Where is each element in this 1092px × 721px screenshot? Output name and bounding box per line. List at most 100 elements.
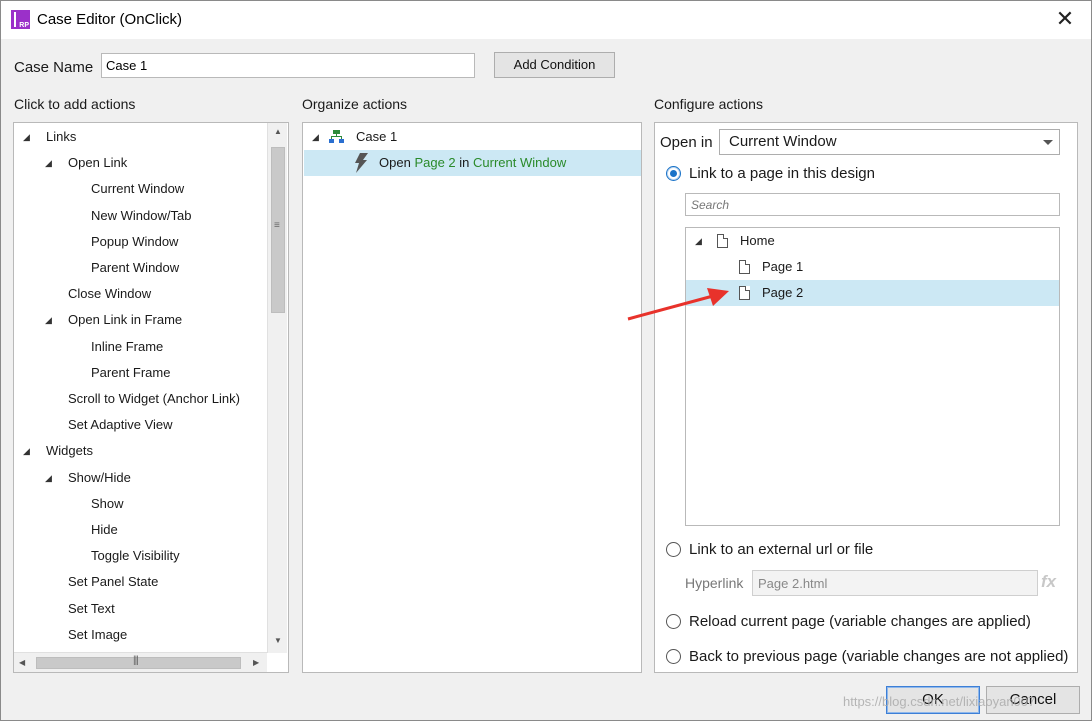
- scroll-thumb-horizontal[interactable]: |||: [36, 655, 241, 669]
- tree-item-label: Widgets: [46, 443, 93, 459]
- tree-item-current-window[interactable]: Current Window: [14, 176, 266, 202]
- tree-item-label: Parent Window: [91, 260, 180, 275]
- tree-item-set-image[interactable]: Set Image: [14, 622, 266, 648]
- tree-item-label: Current Window: [91, 181, 185, 197]
- configure-actions-heading: Configure actions: [654, 96, 763, 112]
- page-tree-row-page1[interactable]: Page 1: [686, 254, 1059, 280]
- radio-reload[interactable]: [666, 614, 681, 629]
- tree-item-label: Show: [91, 495, 124, 511]
- tree-item-parent-window[interactable]: Parent Window: [14, 255, 266, 281]
- tree-item-show-hide[interactable]: ◢ Show/Hide: [14, 465, 266, 491]
- action-row-selected[interactable]: Open Page 2 in Current Window: [304, 150, 641, 176]
- radio-reload-label[interactable]: Reload current page (variable changes ar…: [689, 613, 1031, 630]
- title-bar: RP Case Editor (OnClick) ✕: [1, 1, 1091, 39]
- action-joiner: in: [459, 155, 470, 170]
- annotation-arrow-icon: [627, 288, 729, 321]
- window-title: Case Editor (OnClick): [37, 11, 183, 28]
- tree-item-new-window-tab[interactable]: New Window/Tab: [14, 203, 266, 229]
- organize-actions-panel: ◢ Case 1 Open Page 2 in Current Window: [302, 122, 642, 673]
- open-in-label: Open in: [660, 134, 713, 151]
- grip-icon: |||: [133, 655, 139, 666]
- tree-item-label: Popup Window: [91, 233, 179, 249]
- case-name-label: Case Name: [14, 59, 94, 76]
- case-row[interactable]: ◢ Case 1: [303, 124, 641, 150]
- scroll-up-icon[interactable]: ▲: [274, 127, 282, 136]
- case-flow-icon: [329, 130, 344, 143]
- expand-arrow-icon[interactable]: ◢: [695, 228, 705, 254]
- tree-item-label: Open Link in Frame: [68, 312, 183, 328]
- tree-item-popup-window[interactable]: Popup Window: [14, 229, 266, 255]
- tree-item-toggle-visibility[interactable]: Toggle Visibility: [14, 543, 266, 569]
- page-label: Page 2: [762, 285, 804, 300]
- tree-item-show[interactable]: Show: [14, 491, 266, 517]
- page-search-input[interactable]: [685, 193, 1060, 216]
- page-icon: [739, 286, 750, 300]
- page-tree-row-home[interactable]: ◢ Home: [686, 228, 1059, 254]
- radio-link-page-label[interactable]: Link to a page in this design: [689, 165, 875, 182]
- fx-icon[interactable]: fx: [1041, 572, 1056, 592]
- tree-item-label: Parent Frame: [91, 364, 171, 380]
- tree-item-label: Open Link: [68, 155, 128, 171]
- tree-item-parent-frame[interactable]: Parent Frame: [14, 360, 266, 386]
- tree-item-widgets[interactable]: ◢ Widgets: [14, 438, 266, 464]
- tree-item-open-link[interactable]: ◢ Open Link: [14, 150, 266, 176]
- scroll-down-icon[interactable]: ▼: [274, 636, 282, 645]
- action-where-link[interactable]: Current Window: [473, 155, 566, 170]
- open-in-value: Current Window: [729, 133, 837, 150]
- case-name-input[interactable]: [101, 53, 475, 78]
- hyperlink-input[interactable]: Page 2.html: [752, 570, 1038, 596]
- tree-item-label: Inline Frame: [91, 338, 164, 354]
- tree-item-label: Hide: [91, 522, 118, 537]
- close-icon[interactable]: ✕: [1051, 5, 1079, 33]
- open-in-select[interactable]: Current Window: [719, 129, 1060, 155]
- tree-item-scroll-to-widget-anchor-link[interactable]: Scroll to Widget (Anchor Link): [14, 386, 266, 412]
- expand-arrow-icon[interactable]: ◢: [45, 465, 55, 491]
- tree-item-set-panel-state[interactable]: Set Panel State: [14, 569, 266, 595]
- expand-arrow-icon[interactable]: ◢: [23, 438, 33, 464]
- tree-item-set-adaptive-view[interactable]: Set Adaptive View: [14, 412, 266, 438]
- tree-item-label: Set Image: [68, 626, 128, 642]
- chevron-down-icon: [1043, 140, 1053, 145]
- expand-arrow-icon[interactable]: ◢: [312, 124, 322, 150]
- axure-app-icon: RP: [11, 10, 30, 29]
- tree-item-label: Set Panel State: [68, 574, 159, 590]
- add-condition-button[interactable]: Add Condition: [494, 52, 615, 78]
- tree-item-links[interactable]: ◢ Links: [14, 124, 266, 150]
- scroll-thumb[interactable]: ≡: [271, 147, 285, 313]
- tree-item-label: Set Adaptive View: [68, 417, 173, 433]
- radio-external-url-label[interactable]: Link to an external url or file: [689, 541, 873, 558]
- page-icon: [739, 260, 750, 274]
- page-label: Page 1: [762, 259, 804, 274]
- tree-item-hide[interactable]: Hide: [14, 517, 266, 543]
- tree-item-label: Scroll to Widget (Anchor Link): [68, 391, 240, 406]
- radio-back-label[interactable]: Back to previous page (variable changes …: [689, 648, 1068, 665]
- action-target-link[interactable]: Page 2: [414, 155, 455, 170]
- expand-arrow-icon[interactable]: ◢: [45, 150, 55, 176]
- expand-arrow-icon[interactable]: ◢: [45, 307, 55, 333]
- horizontal-scrollbar[interactable]: ◀ ||| ▶: [14, 652, 267, 672]
- page-label: Home: [740, 233, 775, 248]
- tree-item-close-window[interactable]: Close Window: [14, 281, 266, 307]
- watermark: https://blog.csdn.net/lixiaoyan007: [843, 694, 1036, 709]
- organize-actions-heading: Organize actions: [302, 96, 408, 112]
- actions-tree-panel: ◢ Links ◢ Open Link Current Window New Window…: [13, 122, 289, 673]
- radio-back[interactable]: [666, 649, 681, 664]
- tree-item-label: Close Window: [68, 286, 152, 302]
- page-tree-row-page2[interactable]: Page 2: [686, 280, 1059, 306]
- tree-item-label: Show/Hide: [68, 469, 131, 485]
- tree-item-open-link-in-frame[interactable]: ◢ Open Link in Frame: [14, 307, 266, 333]
- tree-item-inline-frame[interactable]: Inline Frame: [14, 334, 266, 360]
- scroll-right-icon[interactable]: ▶: [253, 658, 259, 667]
- grip-icon: ≡: [274, 220, 280, 231]
- expand-arrow-icon[interactable]: ◢: [23, 124, 33, 150]
- hyperlink-label: Hyperlink: [685, 575, 744, 591]
- tree-item-label: Set Text: [68, 600, 115, 616]
- page-icon: [717, 234, 728, 248]
- tree-item-set-text[interactable]: Set Text: [14, 596, 266, 622]
- vertical-scrollbar[interactable]: ▲ ≡ ▼: [267, 123, 287, 653]
- radio-external-url[interactable]: [666, 542, 681, 557]
- action-text: Open Page 2 in Current Window: [379, 150, 566, 176]
- scroll-left-icon[interactable]: ◀: [19, 658, 25, 667]
- tree-item-label: Toggle Visibility: [91, 548, 180, 564]
- radio-link-page[interactable]: [666, 166, 681, 181]
